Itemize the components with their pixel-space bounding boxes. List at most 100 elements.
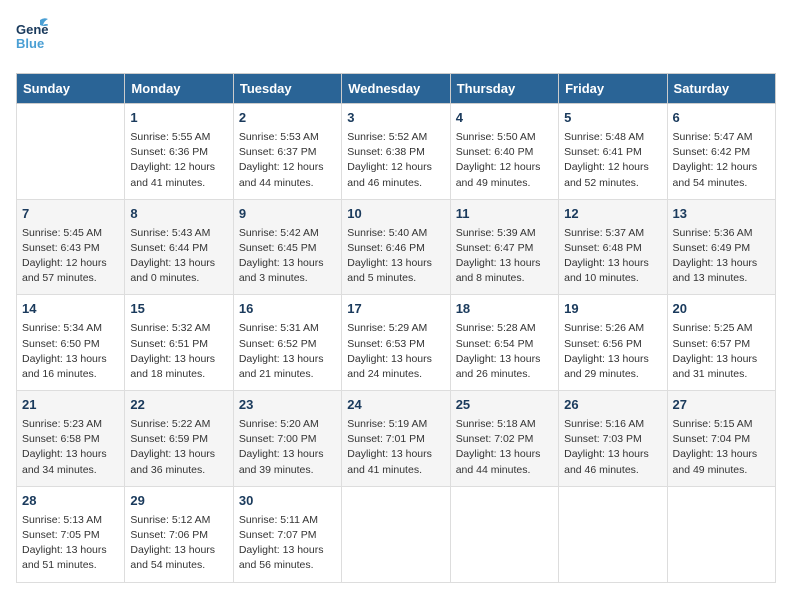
calendar-cell: 29 Sunrise: 5:12 AMSunset: 7:06 PMDayligh…	[125, 486, 233, 582]
calendar-cell: 22 Sunrise: 5:22 AMSunset: 6:59 PMDayligh…	[125, 391, 233, 487]
day-info: Sunrise: 5:43 AMSunset: 6:44 PMDaylight:…	[130, 226, 227, 287]
day-number: 23	[239, 396, 336, 415]
day-number: 3	[347, 109, 444, 128]
calendar-cell: 8 Sunrise: 5:43 AMSunset: 6:44 PMDaylight…	[125, 199, 233, 295]
day-info: Sunrise: 5:32 AMSunset: 6:51 PMDaylight:…	[130, 321, 227, 382]
day-number: 19	[564, 300, 661, 319]
calendar-cell: 9 Sunrise: 5:42 AMSunset: 6:45 PMDaylight…	[233, 199, 341, 295]
calendar-cell: 12 Sunrise: 5:37 AMSunset: 6:48 PMDayligh…	[559, 199, 667, 295]
day-number: 8	[130, 205, 227, 224]
day-number: 9	[239, 205, 336, 224]
day-number: 30	[239, 492, 336, 511]
calendar-cell	[342, 486, 450, 582]
calendar-cell: 18Sunrise: 5:28 AMSunset: 6:54 PMDayligh…	[450, 295, 558, 391]
day-info: Sunrise: 5:22 AMSunset: 6:59 PMDaylight:…	[130, 417, 227, 478]
day-number: 15	[130, 300, 227, 319]
day-info: Sunrise: 5:29 AMSunset: 6:53 PMDaylight:…	[347, 321, 444, 382]
day-number: 1	[130, 109, 227, 128]
header: General Blue	[16, 16, 776, 61]
day-number: 2	[239, 109, 336, 128]
day-number: 5	[564, 109, 661, 128]
calendar-cell: 15 Sunrise: 5:32 AMSunset: 6:51 PMDayligh…	[125, 295, 233, 391]
day-info: Sunrise: 5:23 AMSunset: 6:58 PMDaylight:…	[22, 417, 119, 478]
day-number: 20	[673, 300, 770, 319]
day-number: 17	[347, 300, 444, 319]
day-info: Sunrise: 5:19 AMSunset: 7:01 PMDaylight:…	[347, 417, 444, 478]
day-number: 10	[347, 205, 444, 224]
day-number: 26	[564, 396, 661, 415]
calendar-cell: 14Sunrise: 5:34 AMSunset: 6:50 PMDayligh…	[17, 295, 125, 391]
day-number: 7	[22, 205, 119, 224]
day-info: Sunrise: 5:55 AMSunset: 6:36 PMDaylight:…	[130, 130, 227, 191]
logo-container: General Blue	[16, 16, 48, 61]
week-row-1: 1 Sunrise: 5:55 AMSunset: 6:36 PMDaylight…	[17, 104, 776, 200]
day-info: Sunrise: 5:12 AMSunset: 7:06 PMDaylight:…	[130, 513, 227, 574]
day-info: Sunrise: 5:20 AMSunset: 7:00 PMDaylight:…	[239, 417, 336, 478]
calendar-cell	[450, 486, 558, 582]
day-number: 16	[239, 300, 336, 319]
calendar-cell: 28 Sunrise: 5:13 AMSunset: 7:05 PMDayligh…	[17, 486, 125, 582]
day-number: 22	[130, 396, 227, 415]
calendar-cell: 3 Sunrise: 5:52 AMSunset: 6:38 PMDaylight…	[342, 104, 450, 200]
day-info: Sunrise: 5:50 AMSunset: 6:40 PMDaylight:…	[456, 130, 553, 191]
day-info: Sunrise: 5:53 AMSunset: 6:37 PMDaylight:…	[239, 130, 336, 191]
day-info: Sunrise: 5:31 AMSunset: 6:52 PMDaylight:…	[239, 321, 336, 382]
calendar-cell: 25 Sunrise: 5:18 AMSunset: 7:02 PMDayligh…	[450, 391, 558, 487]
calendar-cell: 1 Sunrise: 5:55 AMSunset: 6:36 PMDaylight…	[125, 104, 233, 200]
day-info: Sunrise: 5:25 AMSunset: 6:57 PMDaylight:…	[673, 321, 770, 382]
day-info: Sunrise: 5:42 AMSunset: 6:45 PMDaylight:…	[239, 226, 336, 287]
day-number: 24	[347, 396, 444, 415]
col-header-tuesday: Tuesday	[233, 74, 341, 104]
calendar-cell: 13 Sunrise: 5:36 AMSunset: 6:49 PMDayligh…	[667, 199, 775, 295]
calendar-cell: 10Sunrise: 5:40 AMSunset: 6:46 PMDayligh…	[342, 199, 450, 295]
day-number: 21	[22, 396, 119, 415]
day-info: Sunrise: 5:37 AMSunset: 6:48 PMDaylight:…	[564, 226, 661, 287]
day-number: 11	[456, 205, 553, 224]
col-header-wednesday: Wednesday	[342, 74, 450, 104]
calendar-cell: 21 Sunrise: 5:23 AMSunset: 6:58 PMDayligh…	[17, 391, 125, 487]
day-number: 12	[564, 205, 661, 224]
col-header-friday: Friday	[559, 74, 667, 104]
calendar-body: 1 Sunrise: 5:55 AMSunset: 6:36 PMDaylight…	[17, 104, 776, 583]
calendar-cell	[559, 486, 667, 582]
week-row-4: 21 Sunrise: 5:23 AMSunset: 6:58 PMDayligh…	[17, 391, 776, 487]
week-row-2: 7Sunrise: 5:45 AMSunset: 6:43 PMDaylight…	[17, 199, 776, 295]
day-info: Sunrise: 5:18 AMSunset: 7:02 PMDaylight:…	[456, 417, 553, 478]
week-row-5: 28 Sunrise: 5:13 AMSunset: 7:05 PMDayligh…	[17, 486, 776, 582]
logo: General Blue	[16, 16, 48, 61]
day-info: Sunrise: 5:26 AMSunset: 6:56 PMDaylight:…	[564, 321, 661, 382]
calendar-cell: 27 Sunrise: 5:15 AMSunset: 7:04 PMDayligh…	[667, 391, 775, 487]
day-info: Sunrise: 5:52 AMSunset: 6:38 PMDaylight:…	[347, 130, 444, 191]
day-number: 29	[130, 492, 227, 511]
col-header-saturday: Saturday	[667, 74, 775, 104]
day-info: Sunrise: 5:36 AMSunset: 6:49 PMDaylight:…	[673, 226, 770, 287]
calendar-cell: 30Sunrise: 5:11 AMSunset: 7:07 PMDayligh…	[233, 486, 341, 582]
day-number: 28	[22, 492, 119, 511]
day-number: 25	[456, 396, 553, 415]
calendar-cell: 6Sunrise: 5:47 AMSunset: 6:42 PMDaylight…	[667, 104, 775, 200]
calendar-cell: 19 Sunrise: 5:26 AMSunset: 6:56 PMDayligh…	[559, 295, 667, 391]
col-header-sunday: Sunday	[17, 74, 125, 104]
calendar-cell: 24 Sunrise: 5:19 AMSunset: 7:01 PMDayligh…	[342, 391, 450, 487]
day-info: Sunrise: 5:47 AMSunset: 6:42 PMDaylight:…	[673, 130, 770, 191]
day-info: Sunrise: 5:16 AMSunset: 7:03 PMDaylight:…	[564, 417, 661, 478]
calendar-cell	[667, 486, 775, 582]
day-number: 14	[22, 300, 119, 319]
calendar-cell: 2 Sunrise: 5:53 AMSunset: 6:37 PMDaylight…	[233, 104, 341, 200]
calendar-table: SundayMondayTuesdayWednesdayThursdayFrid…	[16, 73, 776, 583]
day-info: Sunrise: 5:13 AMSunset: 7:05 PMDaylight:…	[22, 513, 119, 574]
calendar-cell: 4Sunrise: 5:50 AMSunset: 6:40 PMDaylight…	[450, 104, 558, 200]
day-number: 18	[456, 300, 553, 319]
calendar-cell: 17 Sunrise: 5:29 AMSunset: 6:53 PMDayligh…	[342, 295, 450, 391]
day-info: Sunrise: 5:15 AMSunset: 7:04 PMDaylight:…	[673, 417, 770, 478]
day-number: 13	[673, 205, 770, 224]
day-number: 27	[673, 396, 770, 415]
day-info: Sunrise: 5:48 AMSunset: 6:41 PMDaylight:…	[564, 130, 661, 191]
calendar-cell	[17, 104, 125, 200]
calendar-cell: 5 Sunrise: 5:48 AMSunset: 6:41 PMDaylight…	[559, 104, 667, 200]
calendar-cell: 16 Sunrise: 5:31 AMSunset: 6:52 PMDayligh…	[233, 295, 341, 391]
day-info: Sunrise: 5:39 AMSunset: 6:47 PMDaylight:…	[456, 226, 553, 287]
calendar-cell: 20 Sunrise: 5:25 AMSunset: 6:57 PMDayligh…	[667, 295, 775, 391]
calendar-cell: 26 Sunrise: 5:16 AMSunset: 7:03 PMDayligh…	[559, 391, 667, 487]
col-header-monday: Monday	[125, 74, 233, 104]
